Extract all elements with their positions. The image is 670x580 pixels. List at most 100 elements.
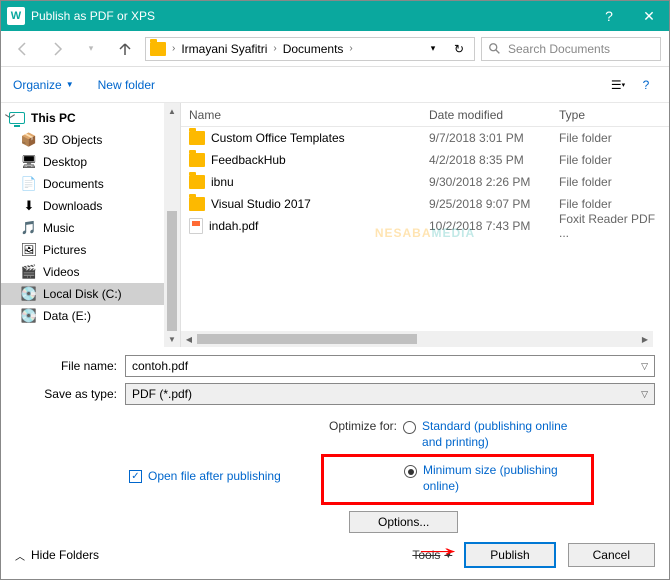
tree-item-label: 3D Objects (43, 133, 102, 147)
tree-item[interactable]: 🎵Music (1, 217, 180, 239)
chevron-down-icon: ▼ (66, 80, 74, 89)
tree-item-label: Data (E:) (43, 309, 91, 323)
word-icon: W (7, 7, 25, 25)
organize-button[interactable]: Organize▼ (13, 78, 74, 92)
tree-item[interactable]: ⬇Downloads (1, 195, 180, 217)
new-folder-button[interactable]: New folder (98, 78, 155, 92)
file-type: File folder (551, 131, 669, 145)
pc-icon (9, 110, 25, 126)
table-row[interactable]: indah.pdf 10/2/2018 7:43 PM Foxit Reader… (181, 215, 669, 237)
scroll-thumb[interactable] (197, 334, 417, 344)
content-area: ﹀ This PC 📦3D Objects🖥Desktop 📄 Documents ⬇… (1, 103, 669, 347)
navigation-bar: ▾ › Irmayani Syafitri › Documents › ▾ ↻ … (1, 31, 669, 67)
tools-button[interactable]: Tools▼ (412, 548, 452, 562)
scroll-right-icon[interactable]: ▶ (637, 331, 653, 347)
scroll-up-icon[interactable]: ▲ (164, 103, 180, 119)
radio-standard[interactable]: Standard (publishing online and printing… (403, 419, 582, 450)
file-name: ibnu (211, 175, 234, 189)
chevron-right-icon: › (170, 43, 177, 54)
folder-icon (189, 153, 205, 167)
cancel-button[interactable]: Cancel (568, 543, 655, 567)
back-button[interactable] (9, 35, 37, 63)
file-type: File folder (551, 197, 669, 211)
help-button[interactable]: ? (589, 1, 629, 31)
item-icon: 🖼 (21, 242, 37, 258)
tree-item[interactable]: 🖥Desktop (1, 151, 180, 173)
toolbar: Organize▼ New folder ☰▾ ? (1, 67, 669, 103)
file-name: Custom Office Templates (211, 131, 345, 145)
tree-item[interactable]: 📦3D Objects (1, 129, 180, 151)
scroll-thumb[interactable] (167, 211, 177, 331)
optimize-label: Optimize for: (329, 419, 397, 450)
folder-icon (189, 175, 205, 189)
table-row[interactable]: Custom Office Templates 9/7/2018 3:01 PM… (181, 127, 669, 149)
breadcrumb-dropdown[interactable]: ▾ (422, 38, 444, 60)
tree-root-this-pc[interactable]: ﹀ This PC (1, 107, 180, 129)
save-form: File name: contoh.pdf▽ Save as type: PDF… (1, 347, 669, 419)
item-icon: ⬇ (21, 198, 37, 214)
tree-item-label: Documents (43, 177, 104, 191)
open-after-checkbox[interactable]: ✓ Open file after publishing (129, 419, 329, 533)
breadcrumb-segment[interactable]: Documents (281, 42, 346, 56)
chevron-down-icon[interactable]: ▽ (641, 389, 648, 400)
item-icon: 🎵 (21, 220, 37, 236)
radio-icon (404, 465, 417, 478)
item-icon: 📄 (21, 176, 37, 192)
refresh-button[interactable]: ↻ (448, 38, 470, 60)
up-button[interactable] (111, 35, 139, 63)
tree-item-label: Videos (43, 265, 79, 279)
footer: ︿ Hide Folders Tools▼ Publish Cancel (1, 531, 669, 579)
title-bar: W Publish as PDF or XPS ? ✕ (1, 1, 669, 31)
column-headers: Name Date modified Type (181, 103, 669, 127)
scroll-down-icon[interactable]: ▼ (164, 331, 180, 347)
sidebar-scrollbar[interactable]: ▲ ▼ (164, 103, 180, 347)
file-type: File folder (551, 153, 669, 167)
column-type[interactable]: Type (551, 108, 669, 122)
file-name-input[interactable]: contoh.pdf▽ (125, 355, 655, 377)
search-input[interactable]: Search Documents (481, 37, 661, 61)
table-row[interactable]: ibnu 9/30/2018 2:26 PM File folder (181, 171, 669, 193)
pdf-icon (189, 218, 203, 234)
tree-item[interactable]: 💽Data (E:) (1, 305, 180, 327)
file-name-label: File name: (15, 359, 125, 373)
sidebar: ﹀ This PC 📦3D Objects🖥Desktop 📄 Documents ⬇… (1, 103, 181, 347)
save-type-select[interactable]: PDF (*.pdf)▽ (125, 383, 655, 405)
help-icon[interactable]: ? (635, 74, 657, 96)
tree-item[interactable]: 📄 Documents (1, 173, 180, 195)
chevron-down-icon[interactable]: ▽ (641, 361, 648, 372)
recent-button[interactable]: ▾ (77, 35, 105, 63)
folder-icon (189, 197, 205, 211)
folder-icon (150, 42, 166, 56)
tree-item[interactable]: 🖼 Pictures (1, 239, 180, 261)
chevron-down-icon: ▼ (444, 551, 452, 560)
file-name: FeedbackHub (211, 153, 286, 167)
radio-minimum[interactable]: Minimum size (publishing online) (404, 463, 583, 494)
checkbox-icon: ✓ (129, 470, 142, 483)
column-date[interactable]: Date modified (421, 108, 551, 122)
publish-options: ✓ Open file after publishing Optimize fo… (1, 419, 669, 533)
chevron-up-icon: ︿ (15, 548, 25, 563)
item-icon: 💽 (21, 286, 37, 302)
file-list: Name Date modified Type Custom Office Te… (181, 103, 669, 347)
hide-folders-button[interactable]: ︿ Hide Folders (15, 548, 99, 563)
scroll-left-icon[interactable]: ◀ (181, 331, 197, 347)
tree-item[interactable]: 💽 Local Disk (C:) (1, 283, 180, 305)
file-date: 9/30/2018 2:26 PM (421, 175, 551, 189)
forward-button[interactable] (43, 35, 71, 63)
file-name: indah.pdf (209, 219, 258, 233)
close-button[interactable]: ✕ (629, 1, 669, 31)
breadcrumb[interactable]: › Irmayani Syafitri › Documents › ▾ ↻ (145, 37, 475, 61)
tree-item[interactable]: 🎬Videos (1, 261, 180, 283)
view-options-button[interactable]: ☰▾ (607, 74, 629, 96)
search-icon (488, 42, 502, 56)
horizontal-scrollbar[interactable]: ◀ ▶ (181, 331, 653, 347)
publish-button[interactable]: Publish (464, 542, 555, 568)
chevron-right-icon: › (271, 43, 278, 54)
highlight-annotation: Minimum size (publishing online) (321, 454, 594, 505)
file-type: Foxit Reader PDF ... (551, 212, 669, 240)
tree-item-label: Local Disk (C:) (43, 287, 122, 301)
column-name[interactable]: Name (181, 108, 421, 122)
table-row[interactable]: FeedbackHub 4/2/2018 8:35 PM File folder (181, 149, 669, 171)
tree-item-label: Pictures (43, 243, 86, 257)
breadcrumb-segment[interactable]: Irmayani Syafitri (179, 42, 269, 56)
